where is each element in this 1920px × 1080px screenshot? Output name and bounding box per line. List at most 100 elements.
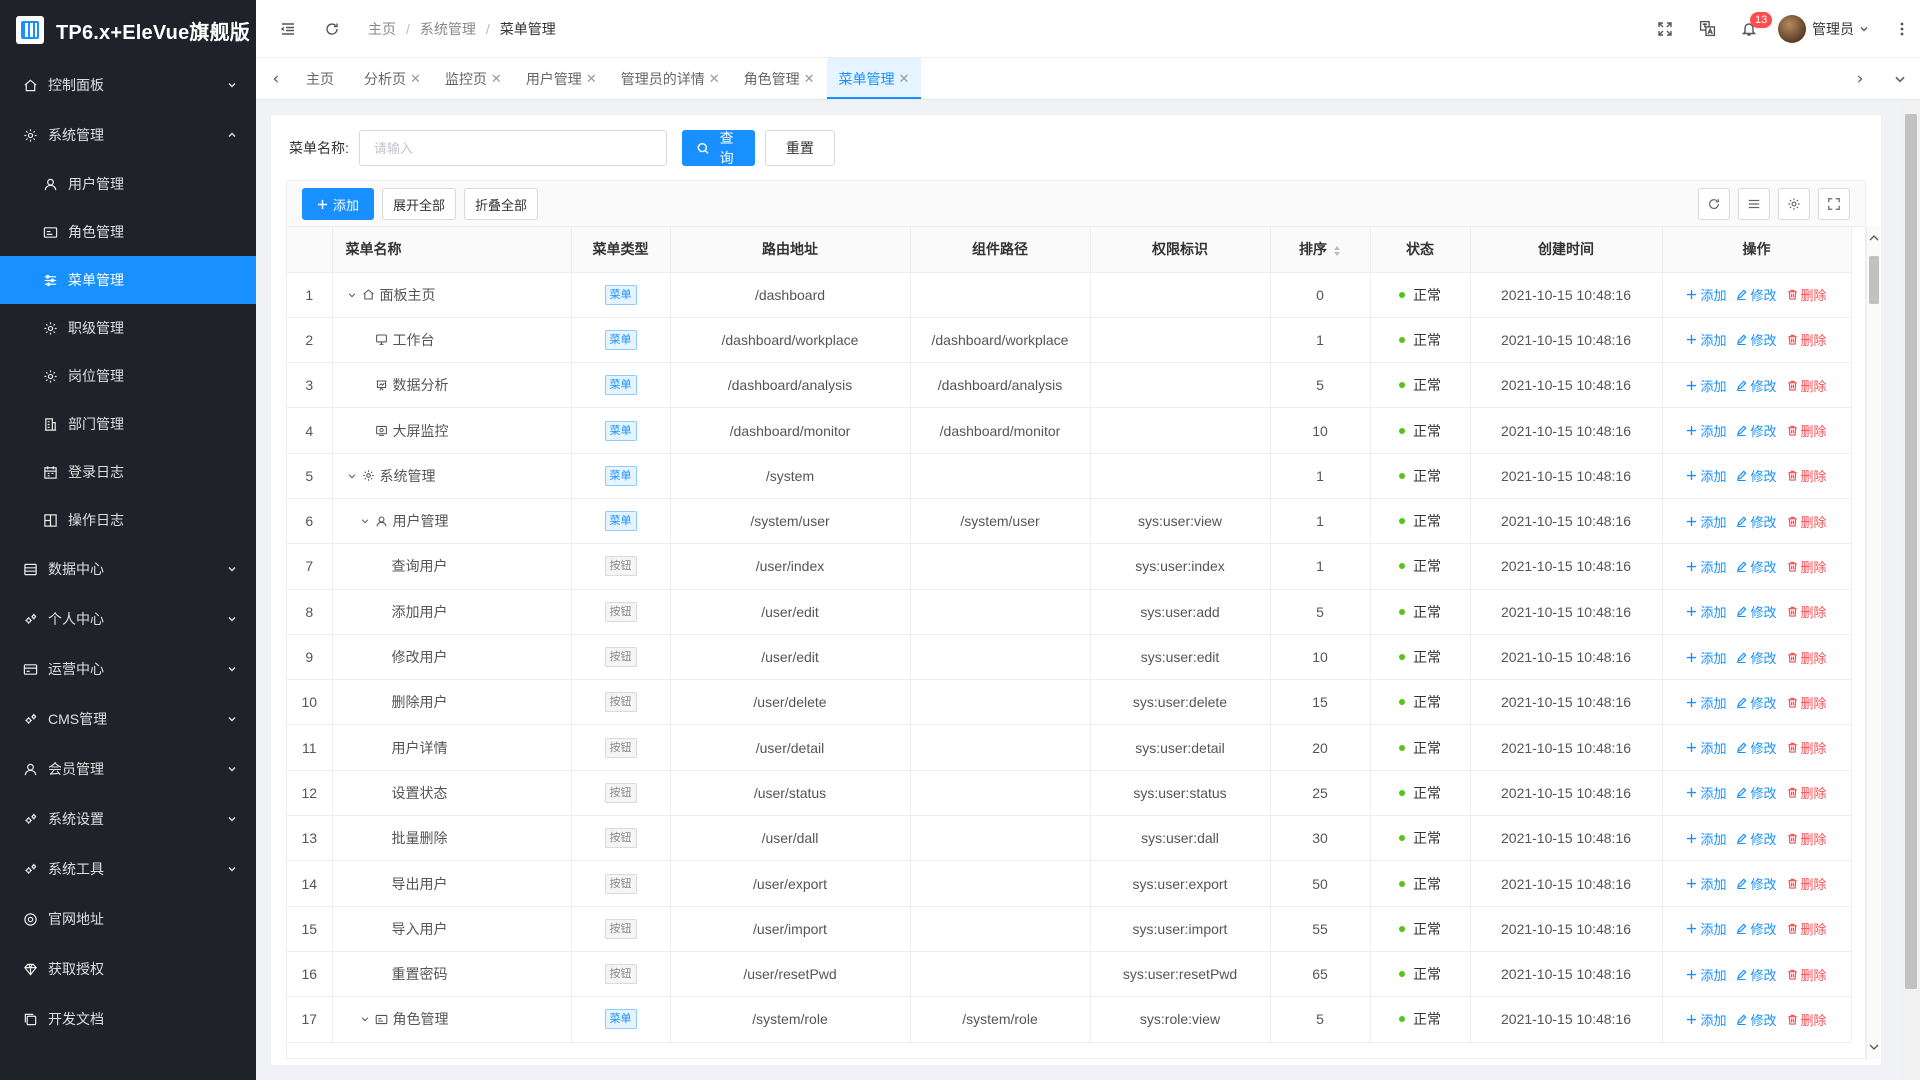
table-row[interactable]: 13 批量删除 按钮/user/dall sys:user:dall 30 正常 2021-… (287, 815, 1852, 862)
row-add-button[interactable]: 添加 (1686, 602, 1726, 621)
row-delete-button[interactable]: 删除 (1787, 466, 1827, 485)
row-add-button[interactable]: 添加 (1686, 285, 1726, 304)
tab[interactable]: 菜单管理 ✕ (826, 58, 922, 99)
row-delete-button[interactable]: 删除 (1787, 874, 1827, 893)
close-icon[interactable]: ✕ (804, 71, 815, 87)
table-row[interactable]: 11 用户详情 按钮/user/detail sys:user:detail 20 正常 2… (287, 724, 1852, 771)
row-delete-button[interactable]: 删除 (1787, 421, 1827, 440)
row-add-button[interactable]: 添加 (1686, 1010, 1726, 1029)
sidebar-item[interactable]: 用户管理 (0, 160, 256, 208)
sidebar-item[interactable]: 运营中心 (0, 644, 256, 694)
sidebar-item[interactable]: 系统管理 (0, 110, 256, 160)
row-add-button[interactable]: 添加 (1686, 829, 1726, 848)
tab[interactable]: 主页 (296, 58, 352, 99)
refresh-button[interactable] (310, 0, 354, 58)
row-edit-button[interactable]: 修改 (1736, 1010, 1777, 1029)
expand-toggle[interactable] (359, 1014, 371, 1024)
expand-toggle[interactable] (346, 290, 358, 300)
sidebar-item[interactable]: 操作日志 (0, 496, 256, 544)
row-delete-button[interactable]: 删除 (1787, 512, 1827, 531)
tab[interactable]: 监控页 ✕ (433, 58, 514, 99)
tab[interactable]: 用户管理 ✕ (514, 58, 609, 99)
close-icon[interactable]: ✕ (491, 71, 502, 87)
row-edit-button[interactable]: 修改 (1736, 693, 1777, 712)
row-delete-button[interactable]: 删除 (1787, 285, 1827, 304)
more-button[interactable] (1884, 0, 1920, 58)
row-edit-button[interactable]: 修改 (1736, 783, 1777, 802)
row-delete-button[interactable]: 删除 (1787, 557, 1827, 576)
table-row[interactable]: 12 设置状态 按钮/user/status sys:user:status 25 正常 2… (287, 770, 1852, 817)
sidebar-item[interactable]: 部门管理 (0, 400, 256, 448)
row-add-button[interactable]: 添加 (1686, 466, 1726, 485)
column-settings-button[interactable] (1778, 188, 1810, 220)
expand-toggle[interactable] (359, 516, 371, 526)
table-row[interactable]: 16 重置密码 按钮/user/resetPwd sys:user:resetPwd 6… (287, 951, 1852, 998)
row-add-button[interactable]: 添加 (1686, 919, 1726, 938)
row-add-button[interactable]: 添加 (1686, 421, 1726, 440)
density-button[interactable] (1738, 188, 1770, 220)
row-add-button[interactable]: 添加 (1686, 693, 1726, 712)
collapse-all-button[interactable]: 折叠全部 (464, 188, 539, 220)
close-icon[interactable]: ✕ (410, 71, 421, 87)
expand-all-button[interactable]: 展开全部 (382, 188, 457, 220)
row-add-button[interactable]: 添加 (1686, 557, 1726, 576)
sidebar-item[interactable]: 个人中心 (0, 594, 256, 644)
table-scrollbar-thumb[interactable] (1869, 256, 1879, 304)
row-delete-button[interactable]: 删除 (1787, 602, 1827, 621)
table-row[interactable]: 15 导入用户 按钮/user/import sys:user:import 55 正常 2… (287, 906, 1852, 952)
row-edit-button[interactable]: 修改 (1736, 829, 1777, 848)
sidebar-item[interactable]: 角色管理 (0, 208, 256, 256)
table-row[interactable]: 8 添加用户 按钮/user/edit sys:user:add 5 正常 2021-10-… (287, 589, 1852, 635)
row-edit-button[interactable]: 修改 (1736, 466, 1777, 485)
table-row[interactable]: 4 大屏监控 菜单/dashboard/monitor/dashboard/moni… (287, 407, 1852, 454)
row-delete-button[interactable]: 删除 (1787, 738, 1827, 757)
row-delete-button[interactable]: 删除 (1787, 1010, 1827, 1029)
sidebar-item[interactable]: 菜单管理 (0, 256, 256, 304)
tab[interactable]: 分析页 ✕ (352, 58, 433, 99)
row-edit-button[interactable]: 修改 (1736, 965, 1777, 984)
page-scrollbar-thumb[interactable] (1905, 114, 1917, 989)
row-edit-button[interactable]: 修改 (1736, 874, 1777, 893)
row-edit-button[interactable]: 修改 (1736, 738, 1777, 757)
logo[interactable]: TP6.x+EleVue旗舰版 (0, 0, 256, 60)
menu-name-search-input[interactable] (358, 130, 667, 166)
row-delete-button[interactable]: 删除 (1787, 919, 1827, 938)
row-edit-button[interactable]: 修改 (1736, 376, 1777, 395)
row-delete-button[interactable]: 删除 (1787, 783, 1827, 802)
sidebar-item[interactable]: 官网地址 (0, 894, 256, 944)
sidebar-item[interactable]: 获取授权 (0, 944, 256, 994)
row-delete-button[interactable]: 删除 (1787, 330, 1827, 349)
fullscreen-button[interactable] (1644, 0, 1686, 58)
row-edit-button[interactable]: 修改 (1736, 512, 1777, 531)
row-edit-button[interactable]: 修改 (1736, 602, 1777, 621)
table-row[interactable]: 17 角色管理 菜单/system/role/system/role sys:role… (287, 996, 1852, 1043)
tabs-dropdown-button[interactable] (1880, 58, 1920, 99)
row-delete-button[interactable]: 删除 (1787, 648, 1827, 667)
table-row[interactable]: 5 系统管理 菜单/system 1 正常 2021-10-15 10:48:16 添加 修改… (287, 453, 1852, 499)
row-add-button[interactable]: 添加 (1686, 330, 1726, 349)
tabs-scroll-left-button[interactable] (256, 58, 296, 99)
sidebar-item[interactable]: 职级管理 (0, 304, 256, 352)
tab[interactable]: 角色管理 ✕ (732, 58, 827, 99)
table-fullscreen-button[interactable] (1818, 188, 1850, 220)
reset-button[interactable]: 重置 (764, 130, 835, 166)
row-edit-button[interactable]: 修改 (1736, 557, 1777, 576)
sidebar-item[interactable]: 登录日志 (0, 448, 256, 496)
sidebar-item[interactable]: CMS管理 (0, 694, 256, 744)
table-row[interactable]: 7 查询用户 按钮/user/index sys:user:index 1 正常 2021-… (287, 543, 1852, 590)
row-edit-button[interactable]: 修改 (1736, 648, 1777, 667)
row-edit-button[interactable]: 修改 (1736, 421, 1777, 440)
add-button[interactable]: 添加 (302, 188, 375, 220)
notification-button[interactable]: 13 (1728, 0, 1773, 58)
table-row[interactable]: 6 用户管理 菜单/system/user/system/user sys:user:… (287, 498, 1852, 545)
sidebar-item[interactable]: 控制面板 (0, 60, 256, 110)
close-icon[interactable]: ✕ (899, 71, 910, 87)
reload-table-button[interactable] (1698, 188, 1730, 220)
row-add-button[interactable]: 添加 (1686, 738, 1726, 757)
row-edit-button[interactable]: 修改 (1736, 285, 1777, 304)
table-row[interactable]: 2 工作台 菜单/dashboard/workplace/dashboard/wor… (287, 317, 1852, 364)
table-row[interactable]: 9 修改用户 按钮/user/edit sys:user:edit 10 正常 2021-1… (287, 634, 1852, 681)
row-add-button[interactable]: 添加 (1686, 874, 1726, 893)
table-scrollbar[interactable] (1866, 226, 1880, 1059)
collapse-sidebar-button[interactable] (266, 0, 310, 58)
